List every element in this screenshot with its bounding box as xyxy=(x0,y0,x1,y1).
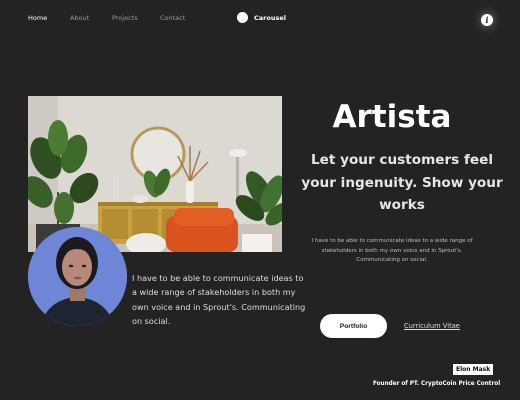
hero-title: Artista xyxy=(332,99,452,135)
nav-contact[interactable]: Contact xyxy=(160,14,185,22)
author-role: Founder of PT. CryptoCoin Price Control xyxy=(373,381,501,387)
brand-logo[interactable]: Carousel xyxy=(237,12,286,23)
nav-projects[interactable]: Projects xyxy=(112,14,138,22)
info-button[interactable]: i xyxy=(481,14,493,26)
curriculum-vitae-link[interactable]: Curriculum Vitae xyxy=(404,322,460,330)
brand-name: Carousel xyxy=(254,13,286,22)
hero-subtitle: Let your customers feel your ingenuity. … xyxy=(301,152,503,213)
author-portrait xyxy=(28,227,127,326)
testimonial-quote: I have to be able to communicate ideas t… xyxy=(132,273,306,327)
portfolio-button[interactable]: Portfolio xyxy=(320,314,387,338)
nav-home[interactable]: Home xyxy=(28,14,47,22)
author-name-badge: Elon Mask xyxy=(453,364,494,375)
circle-logo-icon xyxy=(237,12,248,23)
nav-about[interactable]: About xyxy=(70,14,89,22)
hero-description: I have to be able to communicate ideas t… xyxy=(311,238,473,264)
top-nav: Home About Projects Contact Carousel i xyxy=(0,0,520,38)
info-icon: i xyxy=(485,15,489,25)
